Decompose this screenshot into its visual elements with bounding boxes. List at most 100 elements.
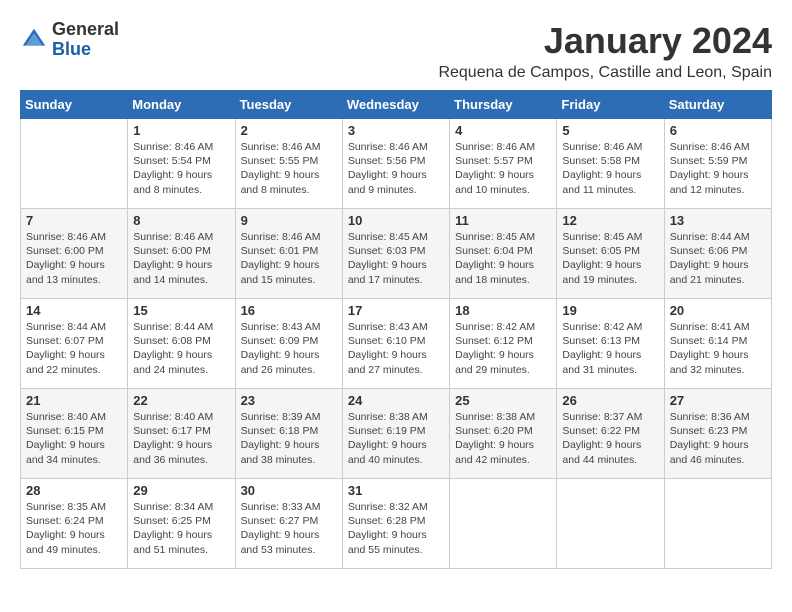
day-info: Sunrise: 8:38 AMSunset: 6:20 PMDaylight:… bbox=[455, 411, 535, 466]
table-cell: 8 Sunrise: 8:46 AMSunset: 6:00 PMDayligh… bbox=[128, 209, 235, 299]
table-cell: 2 Sunrise: 8:46 AMSunset: 5:55 PMDayligh… bbox=[235, 119, 342, 209]
day-number: 17 bbox=[348, 303, 444, 318]
day-info: Sunrise: 8:45 AMSunset: 6:05 PMDaylight:… bbox=[562, 231, 642, 286]
day-info: Sunrise: 8:32 AMSunset: 6:28 PMDaylight:… bbox=[348, 501, 428, 556]
col-tuesday: Tuesday bbox=[235, 91, 342, 119]
table-cell: 10 Sunrise: 8:45 AMSunset: 6:03 PMDaylig… bbox=[342, 209, 449, 299]
calendar-table: Sunday Monday Tuesday Wednesday Thursday… bbox=[20, 90, 772, 569]
table-cell bbox=[557, 479, 664, 569]
day-number: 9 bbox=[241, 213, 337, 228]
col-saturday: Saturday bbox=[664, 91, 771, 119]
table-cell: 9 Sunrise: 8:46 AMSunset: 6:01 PMDayligh… bbox=[235, 209, 342, 299]
table-cell: 7 Sunrise: 8:46 AMSunset: 6:00 PMDayligh… bbox=[21, 209, 128, 299]
table-cell: 19 Sunrise: 8:42 AMSunset: 6:13 PMDaylig… bbox=[557, 299, 664, 389]
day-number: 28 bbox=[26, 483, 122, 498]
col-wednesday: Wednesday bbox=[342, 91, 449, 119]
day-number: 4 bbox=[455, 123, 551, 138]
day-number: 18 bbox=[455, 303, 551, 318]
day-info: Sunrise: 8:45 AMSunset: 6:04 PMDaylight:… bbox=[455, 231, 535, 286]
day-info: Sunrise: 8:38 AMSunset: 6:19 PMDaylight:… bbox=[348, 411, 428, 466]
table-cell: 14 Sunrise: 8:44 AMSunset: 6:07 PMDaylig… bbox=[21, 299, 128, 389]
table-cell bbox=[450, 479, 557, 569]
title-section: January 2024 Requena de Campos, Castille… bbox=[438, 20, 772, 82]
day-number: 11 bbox=[455, 213, 551, 228]
table-cell: 11 Sunrise: 8:45 AMSunset: 6:04 PMDaylig… bbox=[450, 209, 557, 299]
table-cell: 21 Sunrise: 8:40 AMSunset: 6:15 PMDaylig… bbox=[21, 389, 128, 479]
day-number: 12 bbox=[562, 213, 658, 228]
day-number: 25 bbox=[455, 393, 551, 408]
day-number: 6 bbox=[670, 123, 766, 138]
day-info: Sunrise: 8:39 AMSunset: 6:18 PMDaylight:… bbox=[241, 411, 321, 466]
day-info: Sunrise: 8:43 AMSunset: 6:09 PMDaylight:… bbox=[241, 321, 321, 376]
week-row-3: 14 Sunrise: 8:44 AMSunset: 6:07 PMDaylig… bbox=[21, 299, 772, 389]
table-cell: 6 Sunrise: 8:46 AMSunset: 5:59 PMDayligh… bbox=[664, 119, 771, 209]
logo-icon bbox=[20, 26, 48, 54]
day-info: Sunrise: 8:44 AMSunset: 6:06 PMDaylight:… bbox=[670, 231, 750, 286]
week-row-5: 28 Sunrise: 8:35 AMSunset: 6:24 PMDaylig… bbox=[21, 479, 772, 569]
table-cell: 1 Sunrise: 8:46 AMSunset: 5:54 PMDayligh… bbox=[128, 119, 235, 209]
table-cell bbox=[21, 119, 128, 209]
table-cell: 17 Sunrise: 8:43 AMSunset: 6:10 PMDaylig… bbox=[342, 299, 449, 389]
day-number: 13 bbox=[670, 213, 766, 228]
table-cell: 31 Sunrise: 8:32 AMSunset: 6:28 PMDaylig… bbox=[342, 479, 449, 569]
day-info: Sunrise: 8:36 AMSunset: 6:23 PMDaylight:… bbox=[670, 411, 750, 466]
day-number: 27 bbox=[670, 393, 766, 408]
day-number: 16 bbox=[241, 303, 337, 318]
day-info: Sunrise: 8:46 AMSunset: 5:59 PMDaylight:… bbox=[670, 141, 750, 196]
table-cell: 30 Sunrise: 8:33 AMSunset: 6:27 PMDaylig… bbox=[235, 479, 342, 569]
day-info: Sunrise: 8:40 AMSunset: 6:17 PMDaylight:… bbox=[133, 411, 213, 466]
logo-general: General bbox=[52, 20, 119, 40]
day-info: Sunrise: 8:43 AMSunset: 6:10 PMDaylight:… bbox=[348, 321, 428, 376]
day-info: Sunrise: 8:45 AMSunset: 6:03 PMDaylight:… bbox=[348, 231, 428, 286]
day-number: 8 bbox=[133, 213, 229, 228]
table-cell: 4 Sunrise: 8:46 AMSunset: 5:57 PMDayligh… bbox=[450, 119, 557, 209]
day-info: Sunrise: 8:46 AMSunset: 5:58 PMDaylight:… bbox=[562, 141, 642, 196]
day-info: Sunrise: 8:46 AMSunset: 6:00 PMDaylight:… bbox=[26, 231, 106, 286]
day-info: Sunrise: 8:41 AMSunset: 6:14 PMDaylight:… bbox=[670, 321, 750, 376]
day-number: 26 bbox=[562, 393, 658, 408]
day-number: 30 bbox=[241, 483, 337, 498]
month-title: January 2024 bbox=[438, 20, 772, 62]
week-row-1: 1 Sunrise: 8:46 AMSunset: 5:54 PMDayligh… bbox=[21, 119, 772, 209]
day-number: 15 bbox=[133, 303, 229, 318]
table-cell: 20 Sunrise: 8:41 AMSunset: 6:14 PMDaylig… bbox=[664, 299, 771, 389]
table-cell: 24 Sunrise: 8:38 AMSunset: 6:19 PMDaylig… bbox=[342, 389, 449, 479]
day-info: Sunrise: 8:40 AMSunset: 6:15 PMDaylight:… bbox=[26, 411, 106, 466]
table-cell bbox=[664, 479, 771, 569]
day-info: Sunrise: 8:44 AMSunset: 6:08 PMDaylight:… bbox=[133, 321, 213, 376]
week-row-4: 21 Sunrise: 8:40 AMSunset: 6:15 PMDaylig… bbox=[21, 389, 772, 479]
day-info: Sunrise: 8:42 AMSunset: 6:12 PMDaylight:… bbox=[455, 321, 535, 376]
day-info: Sunrise: 8:46 AMSunset: 6:00 PMDaylight:… bbox=[133, 231, 213, 286]
day-info: Sunrise: 8:46 AMSunset: 6:01 PMDaylight:… bbox=[241, 231, 321, 286]
logo-blue: Blue bbox=[52, 40, 119, 60]
table-cell: 12 Sunrise: 8:45 AMSunset: 6:05 PMDaylig… bbox=[557, 209, 664, 299]
table-cell: 15 Sunrise: 8:44 AMSunset: 6:08 PMDaylig… bbox=[128, 299, 235, 389]
day-number: 29 bbox=[133, 483, 229, 498]
day-number: 1 bbox=[133, 123, 229, 138]
day-number: 21 bbox=[26, 393, 122, 408]
day-info: Sunrise: 8:34 AMSunset: 6:25 PMDaylight:… bbox=[133, 501, 213, 556]
table-cell: 26 Sunrise: 8:37 AMSunset: 6:22 PMDaylig… bbox=[557, 389, 664, 479]
day-number: 31 bbox=[348, 483, 444, 498]
day-number: 23 bbox=[241, 393, 337, 408]
day-number: 22 bbox=[133, 393, 229, 408]
table-cell: 13 Sunrise: 8:44 AMSunset: 6:06 PMDaylig… bbox=[664, 209, 771, 299]
table-cell: 22 Sunrise: 8:40 AMSunset: 6:17 PMDaylig… bbox=[128, 389, 235, 479]
day-info: Sunrise: 8:46 AMSunset: 5:56 PMDaylight:… bbox=[348, 141, 428, 196]
day-info: Sunrise: 8:44 AMSunset: 6:07 PMDaylight:… bbox=[26, 321, 106, 376]
table-cell: 16 Sunrise: 8:43 AMSunset: 6:09 PMDaylig… bbox=[235, 299, 342, 389]
table-cell: 28 Sunrise: 8:35 AMSunset: 6:24 PMDaylig… bbox=[21, 479, 128, 569]
day-info: Sunrise: 8:42 AMSunset: 6:13 PMDaylight:… bbox=[562, 321, 642, 376]
day-number: 24 bbox=[348, 393, 444, 408]
day-number: 5 bbox=[562, 123, 658, 138]
table-cell: 27 Sunrise: 8:36 AMSunset: 6:23 PMDaylig… bbox=[664, 389, 771, 479]
day-info: Sunrise: 8:35 AMSunset: 6:24 PMDaylight:… bbox=[26, 501, 106, 556]
day-number: 20 bbox=[670, 303, 766, 318]
location-title: Requena de Campos, Castille and Leon, Sp… bbox=[438, 64, 772, 82]
table-cell: 5 Sunrise: 8:46 AMSunset: 5:58 PMDayligh… bbox=[557, 119, 664, 209]
logo: General Blue bbox=[20, 20, 119, 60]
week-row-2: 7 Sunrise: 8:46 AMSunset: 6:00 PMDayligh… bbox=[21, 209, 772, 299]
day-info: Sunrise: 8:46 AMSunset: 5:57 PMDaylight:… bbox=[455, 141, 535, 196]
day-info: Sunrise: 8:37 AMSunset: 6:22 PMDaylight:… bbox=[562, 411, 642, 466]
col-thursday: Thursday bbox=[450, 91, 557, 119]
